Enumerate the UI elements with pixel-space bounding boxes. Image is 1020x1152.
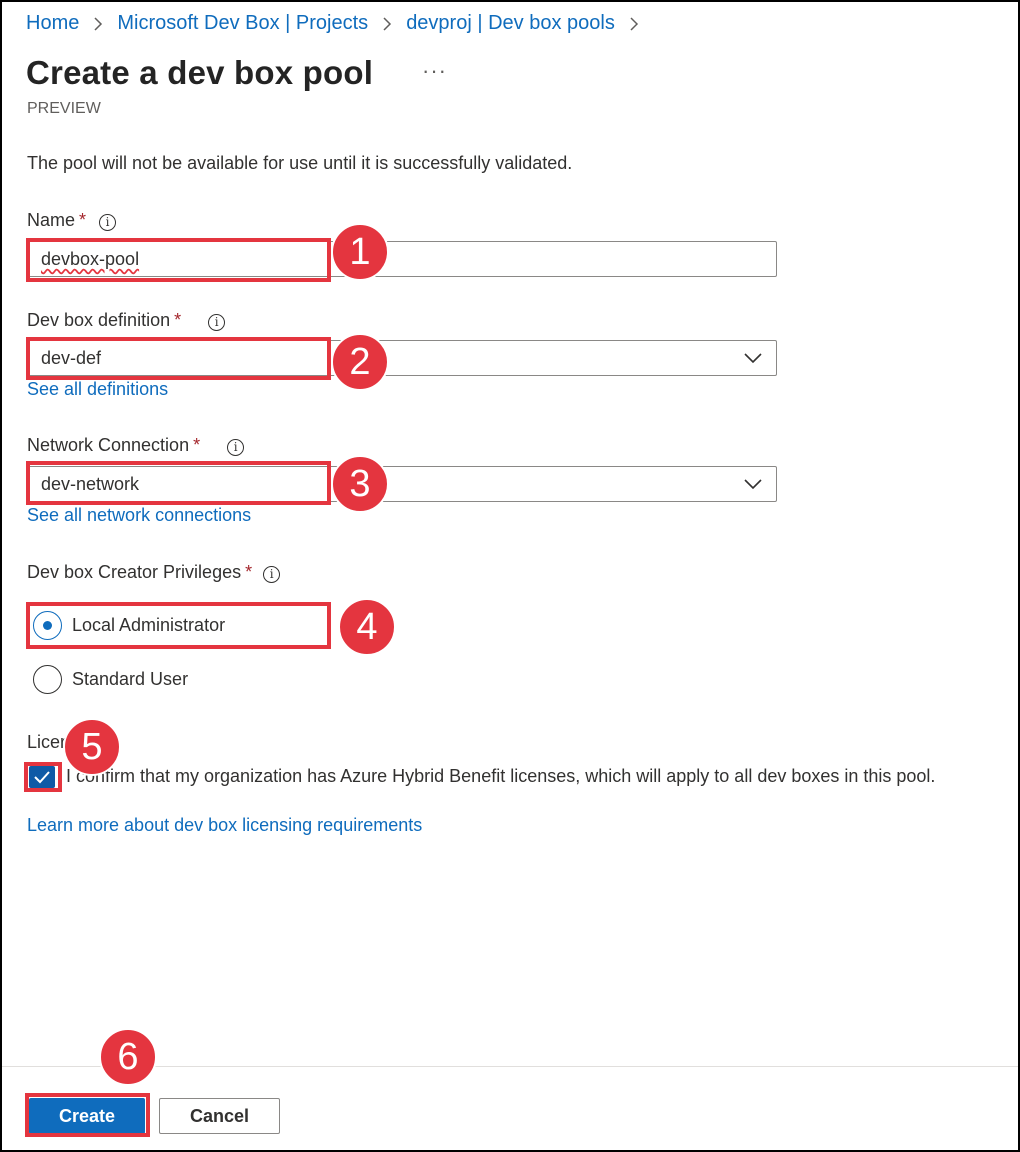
radio-standard-user-label[interactable]: Standard User: [72, 669, 188, 690]
required-marker: *: [245, 562, 253, 582]
required-marker: *: [193, 435, 201, 455]
annotation-highlight-2: [26, 337, 331, 380]
chevron-down-icon: [744, 479, 762, 490]
chevron-down-icon: [744, 353, 762, 364]
chevron-right-icon: [93, 16, 103, 32]
required-marker: *: [79, 210, 87, 230]
licensing-checkbox-label[interactable]: I confirm that my organization has Azure…: [66, 766, 935, 787]
breadcrumb: Home Microsoft Dev Box | Projects devpro…: [26, 12, 653, 35]
annotation-badge-5: 5: [63, 718, 121, 776]
radio-standard-user[interactable]: [33, 665, 62, 694]
privileges-label-text: Dev box Creator Privileges: [27, 562, 242, 582]
info-icon[interactable]: i: [208, 313, 226, 331]
create-pool-panel: Home Microsoft Dev Box | Projects devpro…: [0, 0, 1020, 1152]
annotation-badge-3: 3: [331, 455, 389, 513]
annotation-highlight-1: [26, 238, 331, 282]
chevron-right-icon: [382, 16, 392, 32]
annotation-badge-4: 4: [338, 598, 396, 656]
annotation-highlight-3: [26, 461, 331, 505]
licensing-requirements-link[interactable]: Learn more about dev box licensing requi…: [27, 815, 422, 836]
chevron-right-icon: [629, 16, 639, 32]
see-all-definitions-link[interactable]: See all definitions: [27, 379, 168, 400]
annotation-highlight-6: [25, 1093, 150, 1137]
page-title: Create a dev box pool: [26, 54, 374, 91]
definition-label-text: Dev box definition: [27, 310, 171, 330]
breadcrumb-projects[interactable]: Microsoft Dev Box | Projects: [117, 12, 368, 35]
info-icon[interactable]: i: [99, 213, 117, 231]
breadcrumb-home[interactable]: Home: [26, 12, 79, 35]
annotation-badge-6: 6: [99, 1028, 157, 1086]
required-marker: *: [174, 310, 182, 330]
name-label: Name * i: [27, 210, 117, 231]
definition-label: Dev box definition * i: [27, 310, 226, 331]
validation-note: The pool will not be available for use u…: [27, 153, 573, 173]
cancel-button[interactable]: Cancel: [159, 1098, 280, 1134]
preview-label: PREVIEW: [27, 100, 101, 117]
annotation-badge-2: 2: [331, 333, 389, 391]
info-icon[interactable]: i: [227, 438, 245, 456]
breadcrumb-pools[interactable]: devproj | Dev box pools: [406, 12, 615, 35]
info-icon[interactable]: i: [263, 565, 281, 583]
privileges-label: Dev box Creator Privileges * i: [27, 562, 281, 583]
see-all-network-connections-link[interactable]: See all network connections: [27, 505, 251, 526]
network-label-text: Network Connection: [27, 435, 190, 455]
annotation-highlight-4: [26, 602, 331, 649]
network-label: Network Connection * i: [27, 435, 245, 456]
name-label-text: Name: [27, 210, 76, 230]
more-options-button[interactable]: ···: [422, 58, 447, 84]
licensing-label: Licer: [27, 732, 67, 752]
annotation-highlight-5: [24, 762, 62, 792]
annotation-badge-1: 1: [331, 223, 389, 281]
